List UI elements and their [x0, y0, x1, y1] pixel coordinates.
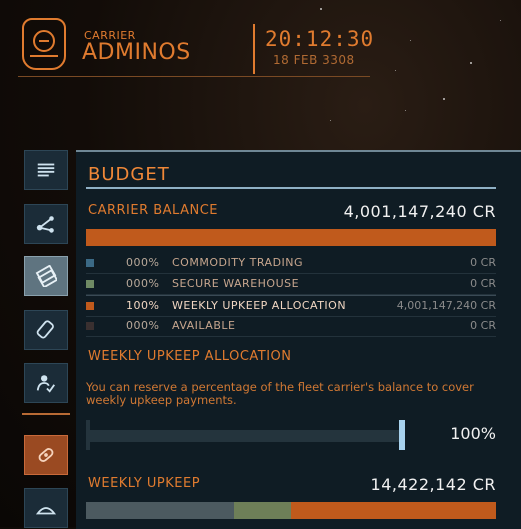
allocation-amount: 4,001,147,240 CR	[396, 299, 496, 312]
brand-title: ADMINOS	[82, 40, 191, 65]
balance-bar-fill	[86, 229, 496, 246]
weekly-upkeep-segment	[86, 502, 234, 519]
star	[330, 120, 331, 121]
allocation-name: AVAILABLE	[172, 319, 236, 332]
upkeep-slider-value: 100%	[450, 424, 496, 443]
allocation-amount: 0 CR	[470, 319, 496, 332]
allocation-amount: 0 CR	[470, 277, 496, 290]
star	[405, 110, 406, 111]
panel-title: BUDGET	[88, 164, 170, 185]
weekly-upkeep-segment	[290, 502, 496, 519]
tag-icon	[36, 320, 54, 339]
balance-bar	[86, 229, 496, 246]
star	[395, 70, 396, 71]
allocation-row[interactable]: 000% AVAILABLE 0 CR	[86, 316, 496, 337]
repair-icon	[38, 448, 54, 462]
allocation-name: SECURE WAREHOUSE	[172, 277, 300, 290]
nav-carrier-button[interactable]	[24, 488, 68, 528]
upkeep-description: You can reserve a percentage of the flee…	[86, 380, 474, 407]
crew-icon	[36, 375, 55, 393]
carrier-logo-icon	[22, 18, 66, 70]
upkeep-allocation-label: WEEKLY UPKEEP ALLOCATION	[88, 349, 292, 364]
list-icon	[37, 163, 55, 177]
allocation-name: WEEKLY UPKEEP ALLOCATION	[172, 299, 347, 312]
allocation-swatch	[86, 302, 94, 310]
carrier-balance-label: CARRIER BALANCE	[88, 203, 219, 218]
star	[410, 40, 411, 41]
allocation-swatch	[86, 280, 94, 288]
allocation-percent: 000%	[126, 319, 160, 332]
allocation-percent: 000%	[126, 277, 160, 290]
weekly-upkeep-bar	[86, 502, 496, 519]
upkeep-slider[interactable]	[86, 430, 402, 442]
title-underline	[86, 187, 496, 189]
nav-tariffs-button[interactable]	[24, 310, 68, 350]
upkeep-slider-handle[interactable]	[399, 420, 405, 450]
budget-panel: BUDGET CARRIER BALANCE 4,001,147,240 CR …	[76, 150, 521, 529]
nav-crew-button[interactable]	[24, 363, 68, 403]
allocation-percent: 000%	[126, 256, 160, 269]
allocation-swatch	[86, 322, 94, 330]
allocation-row[interactable]: 000% SECURE WAREHOUSE 0 CR	[86, 274, 496, 295]
weekly-upkeep-value: 14,422,142 CR	[370, 475, 496, 494]
nav-divider	[22, 413, 70, 415]
carrier-icon	[35, 507, 57, 515]
clock: 20:12:30	[265, 27, 375, 51]
star	[500, 20, 501, 21]
star	[320, 8, 322, 10]
nav-navigation-button[interactable]	[24, 204, 68, 244]
date: 18 FEB 3308	[273, 53, 355, 67]
allocation-percent: 100%	[126, 299, 160, 312]
allocation-row[interactable]: 100% WEEKLY UPKEEP ALLOCATION 4,001,147,24…	[86, 295, 496, 317]
header-underline	[18, 76, 370, 77]
weekly-upkeep-segment	[233, 502, 291, 519]
allocation-name: COMMODITY TRADING	[172, 256, 304, 269]
carrier-balance-value: 4,001,147,240 CR	[343, 202, 496, 221]
allocation-amount: 0 CR	[470, 256, 496, 269]
header-divider	[253, 24, 255, 74]
allocation-row[interactable]: 000% COMMODITY TRADING 0 CR	[86, 253, 496, 274]
nav-finance-button[interactable]	[24, 256, 68, 296]
star	[443, 98, 445, 100]
allocation-swatch	[86, 259, 94, 267]
weekly-upkeep-label: WEEKLY UPKEEP	[88, 476, 201, 491]
credits-icon	[35, 265, 57, 287]
nav-overview-button[interactable]	[24, 150, 68, 190]
nav-services-button[interactable]	[24, 435, 68, 475]
route-icon	[36, 216, 54, 233]
star	[470, 62, 472, 64]
